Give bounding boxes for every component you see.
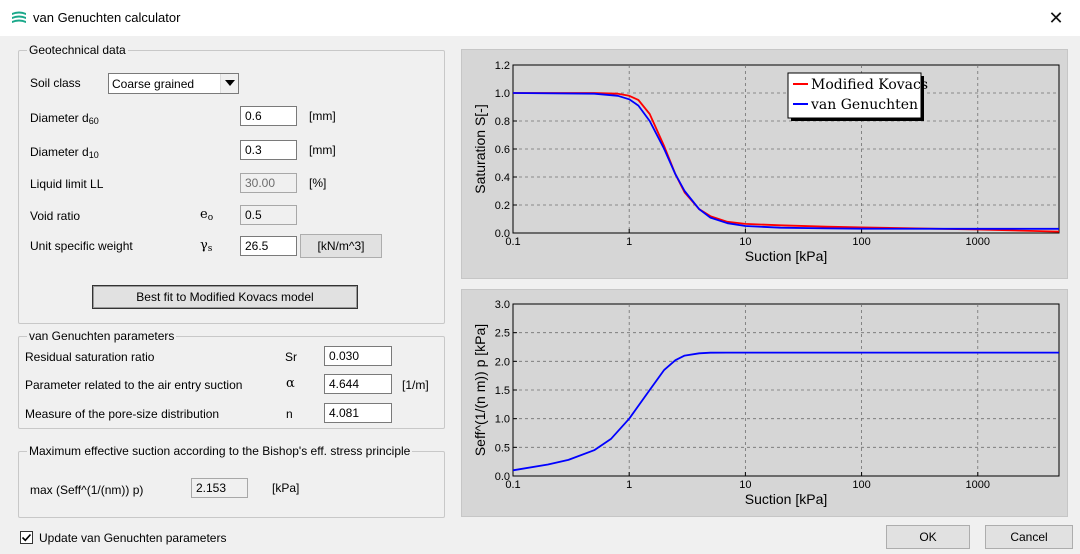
alpha-input[interactable]: 4.644: [324, 374, 392, 394]
y-tick-label: 0.5: [495, 442, 510, 454]
x-tick-label: 10: [739, 479, 751, 491]
alpha-label: Parameter related to the air entry sucti…: [25, 378, 243, 392]
y-axis-label: Saturation S[-]: [472, 104, 488, 194]
y-tick-label: 2.0: [495, 356, 510, 368]
sr-input[interactable]: 0.030: [324, 346, 392, 366]
checkmark-icon: [21, 533, 32, 542]
y-tick-label: 0.6: [495, 144, 510, 156]
legend-entry-2: van Genuchten: [810, 97, 918, 113]
soil-class-select[interactable]: Coarse grained: [108, 73, 239, 94]
close-icon: ✕: [1048, 8, 1064, 28]
soil-class-value: Coarse grained: [112, 77, 195, 91]
chevron-down-icon: [225, 80, 235, 86]
n-input[interactable]: 4.081: [324, 403, 392, 423]
n-label: Measure of the pore-size distribution: [25, 407, 220, 421]
y-tick-label: 1.0: [495, 88, 510, 100]
soil-class-label: Soil class: [30, 76, 81, 90]
ok-button[interactable]: OK: [886, 525, 970, 549]
window-title: van Genuchten calculator: [33, 10, 181, 25]
legend-entry-1: Modified Kovacs: [811, 77, 928, 93]
vg-parameters-legend: van Genuchten parameters: [29, 329, 175, 343]
max-seff-unit: [kPa]: [272, 481, 300, 495]
update-vg-checkbox[interactable]: [20, 531, 33, 544]
close-button[interactable]: ✕: [1038, 3, 1074, 33]
y-tick-label: 3.0: [495, 299, 510, 311]
y-tick-label: 0.4: [495, 172, 510, 184]
x-tick-label: 1000: [966, 236, 990, 248]
max-seff-value: 2.153: [191, 478, 248, 498]
void-ratio-symbol: eo: [200, 207, 214, 223]
update-vg-label: Update van Genuchten parameters: [39, 531, 227, 545]
y-tick-label: 2.5: [495, 328, 510, 340]
liquid-limit-input: 30.00: [240, 173, 297, 193]
liquid-limit-label: Liquid limit LL: [30, 177, 104, 191]
suction-chart: 0.1 1 10 100 1000 0.0 0.5 1.0 1.5 2.0 2.5 3.0 Suctio…: [461, 289, 1068, 517]
y-tick-label: 1.2: [495, 60, 510, 72]
y-tick-label: 0.8: [495, 116, 510, 128]
cancel-button[interactable]: Cancel: [985, 525, 1073, 549]
d10-label: Diameter d10: [30, 145, 99, 160]
sr-label: Residual saturation ratio: [25, 350, 155, 364]
y-tick-label: 0.0: [495, 471, 510, 483]
sr-symbol: Sr: [285, 350, 297, 364]
best-fit-button[interactable]: Best fit to Modified Kovacs model: [92, 285, 358, 309]
y-tick-label: 0.2: [495, 200, 510, 212]
x-axis-label: Suction [kPa]: [745, 248, 828, 264]
d60-input[interactable]: 0.6: [240, 106, 297, 126]
x-tick-label: 1000: [966, 479, 990, 491]
saturation-chart: 0.1 1 10 100 1000 0.0 0.2 0.4 0.6 0.8 1.0 1.2 Suctio…: [461, 49, 1068, 279]
y-tick-label: 1.0: [495, 414, 510, 426]
bishop-legend: Maximum effective suction according to t…: [29, 444, 411, 458]
max-seff-label: max (Seff^(1/(nm)) p): [30, 483, 144, 497]
alpha-symbol: α: [286, 376, 295, 391]
void-ratio-value: 0.5: [240, 205, 297, 225]
unit-weight-label: Unit specific weight: [30, 239, 133, 253]
unit-weight-input[interactable]: 26.5: [240, 236, 297, 256]
dropdown-arrow[interactable]: [220, 74, 238, 93]
void-ratio-label: Void ratio: [30, 209, 81, 223]
y-tick-label: 1.5: [495, 385, 510, 397]
unit-weight-symbol: γs: [200, 238, 213, 254]
x-tick-label: 1: [626, 479, 632, 491]
suction-chart-svg: 0.1 1 10 100 10000.00.51.01.52.02.53.0Suctio…: [472, 299, 1060, 507]
x-axis-label: Suction [kPa]: [745, 491, 828, 507]
n-symbol: n: [286, 407, 293, 421]
unit-weight-unit-button[interactable]: [kN/m^3]: [300, 234, 382, 258]
alpha-unit: [1/m]: [402, 378, 429, 392]
saturation-chart-svg: 0.1 1 10 100 10000.00.20.40.60.81.01.2Suctio…: [472, 60, 1060, 264]
d10-unit: [mm]: [309, 143, 336, 157]
x-tick-label: 100: [852, 479, 870, 491]
geotechnical-data-legend: Geotechnical data: [29, 43, 126, 57]
x-tick-label: 10: [739, 236, 751, 248]
app-icon: [12, 11, 26, 23]
d60-label: Diameter d60: [30, 111, 99, 126]
d60-unit: [mm]: [309, 109, 336, 123]
title-bar: van Genuchten calculator ✕: [0, 0, 1080, 36]
liquid-limit-unit: [%]: [309, 176, 327, 190]
x-tick-label: 100: [852, 236, 870, 248]
x-tick-label: 1: [626, 236, 632, 248]
d10-input[interactable]: 0.3: [240, 140, 297, 160]
y-axis-label: Seff^(1/(n m)) p [kPa]: [472, 324, 488, 456]
y-tick-label: 0.0: [495, 228, 510, 240]
